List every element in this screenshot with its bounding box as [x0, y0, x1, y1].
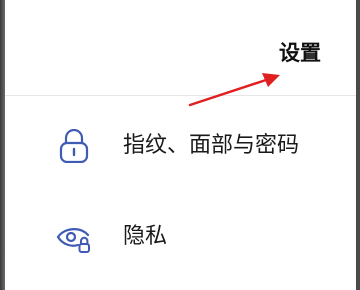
- menu-item-fingerprint-face-password[interactable]: 指纹、面部与密码: [5, 111, 356, 181]
- settings-screen: 设置 指纹、面部与密码 隐私: [0, 0, 360, 290]
- menu-item-privacy[interactable]: 隐私: [5, 202, 356, 272]
- menu-item-label: 隐私: [123, 224, 168, 249]
- privacy-eye-icon: [55, 220, 93, 254]
- lock-icon: [55, 128, 93, 164]
- menu-item-label: 指纹、面部与密码: [123, 133, 300, 158]
